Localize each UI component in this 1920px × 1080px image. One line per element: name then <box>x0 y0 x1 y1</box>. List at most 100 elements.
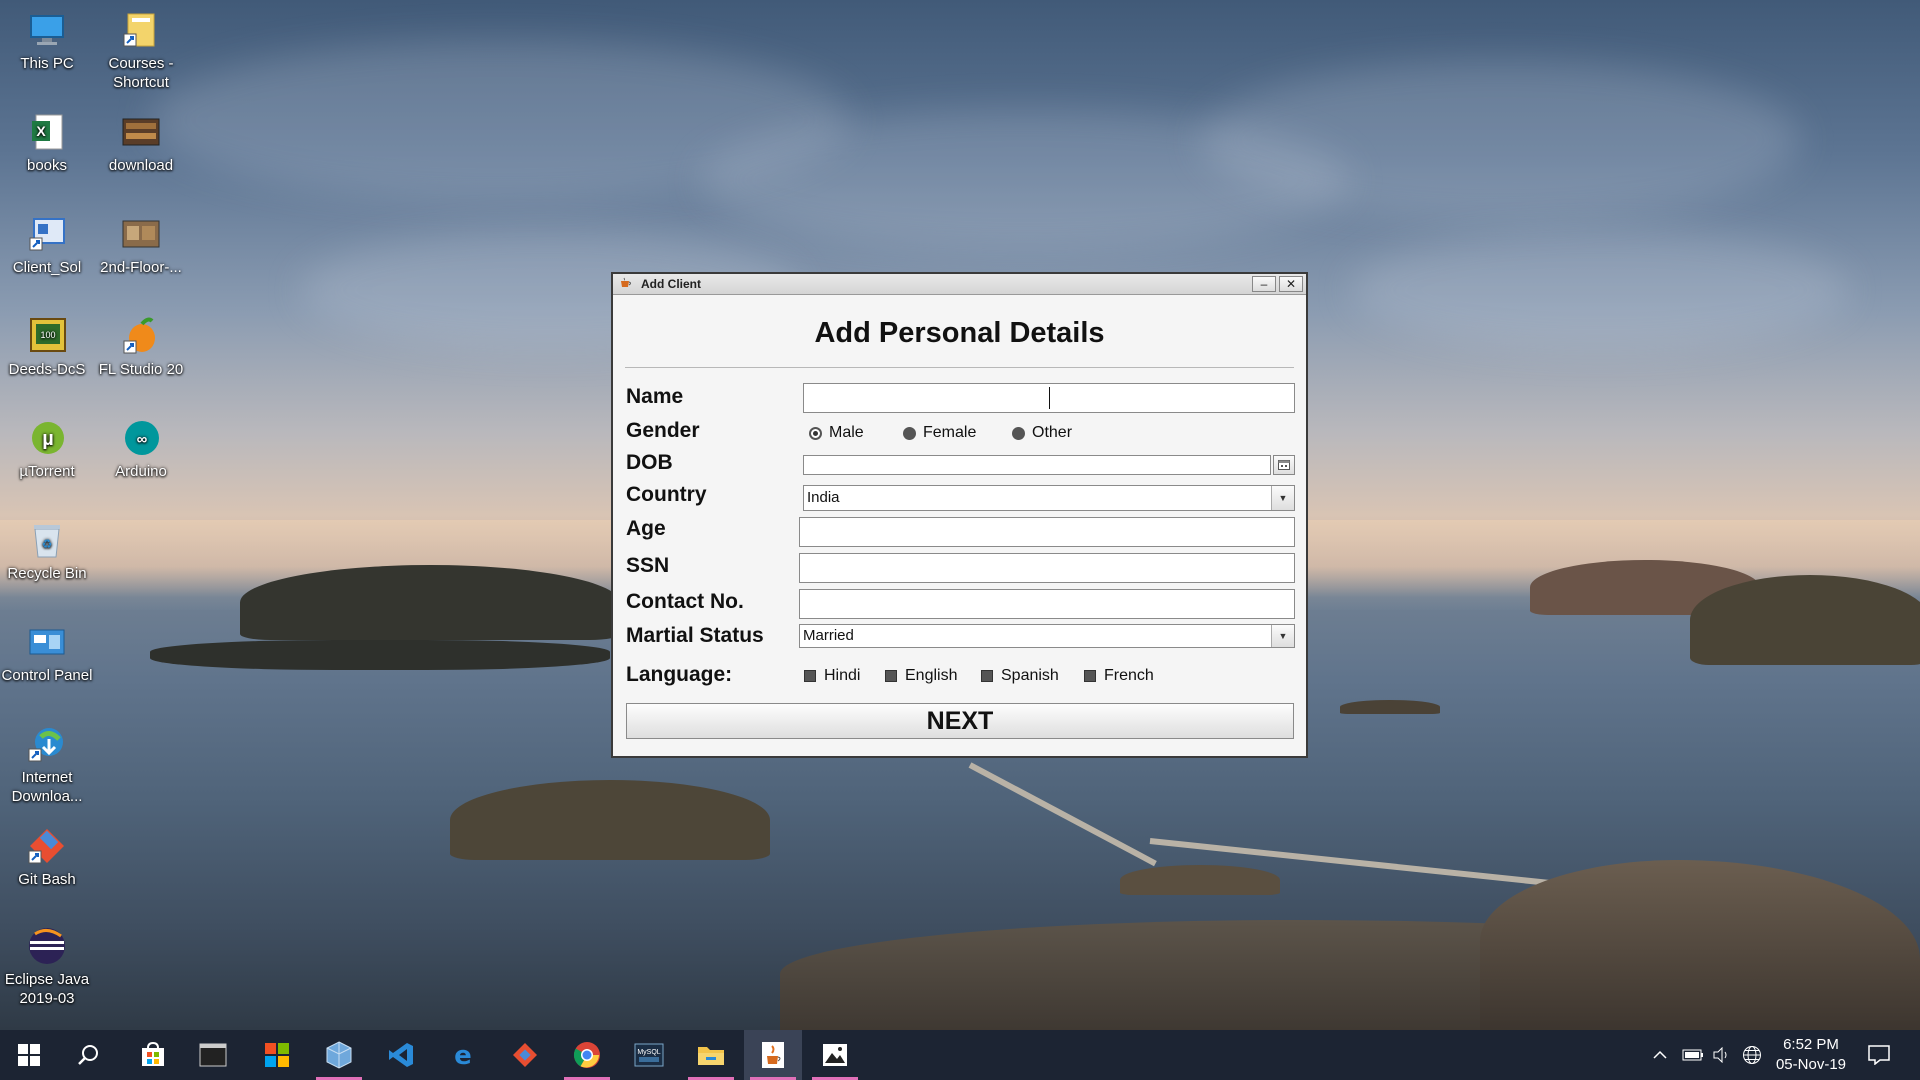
desktop-icon-deeds-dcs[interactable]: 100 Deeds-DcS <box>0 316 94 379</box>
taskbar-terminal[interactable] <box>184 1030 242 1080</box>
show-hidden-icons-button[interactable] <box>1652 1030 1668 1080</box>
taskbar-store[interactable] <box>124 1030 182 1080</box>
app-shortcut-icon <box>27 214 67 254</box>
radio-label: Male <box>829 424 864 441</box>
add-client-window: Add Client – ✕ Add Personal Details Name… <box>611 272 1308 758</box>
language-spanish-checkbox[interactable]: Spanish <box>981 667 1059 685</box>
heading-separator <box>625 367 1294 368</box>
desktop-icon-label: Client_Sol <box>12 259 82 276</box>
dob-input[interactable] <box>803 455 1271 475</box>
taskbar-clock[interactable]: 6:52 PM 05-Nov-19 <box>1766 1035 1856 1075</box>
battery-tray[interactable] <box>1682 1030 1704 1080</box>
svg-text:X: X <box>36 123 46 139</box>
battery-icon <box>1682 1049 1703 1061</box>
fl-studio-icon <box>121 316 161 356</box>
speaker-icon <box>1713 1047 1727 1063</box>
desktop-icon-courses-shortcut[interactable]: Courses - Shortcut <box>94 10 188 92</box>
country-dropdown[interactable]: India ▼ <box>803 485 1295 511</box>
checkbox-icon <box>981 670 993 682</box>
contact-input[interactable] <box>799 589 1295 619</box>
desktop-icon-download[interactable]: download <box>94 112 188 175</box>
desktop-icon-this-pc[interactable]: This PC <box>0 10 94 73</box>
taskbar-file-explorer[interactable] <box>682 1030 740 1080</box>
taskbar-photos[interactable] <box>806 1030 864 1080</box>
gender-male-radio[interactable]: Male <box>809 424 864 442</box>
taskbar-chrome[interactable] <box>558 1030 616 1080</box>
desktop-icon-2nd-floor[interactable]: 2nd-Floor-... <box>94 214 188 277</box>
desktop-icon-arduino[interactable]: ∞ Arduino <box>94 418 188 481</box>
utorrent-icon: µ <box>27 418 67 458</box>
image-thumbnail-icon <box>121 112 161 152</box>
desktop-icon-books[interactable]: X books <box>0 112 94 175</box>
taskbar-java[interactable] <box>744 1030 802 1080</box>
ssn-input[interactable] <box>799 553 1295 583</box>
taskbar-virtualbox[interactable] <box>310 1030 368 1080</box>
desktop-icon-label: FL Studio 20 <box>98 361 184 378</box>
chevron-down-icon[interactable]: ▼ <box>1271 625 1294 647</box>
desktop-icon-eclipse[interactable]: Eclipse Java 2019-03 <box>0 926 94 1008</box>
taskbar-edge[interactable]: e <box>434 1030 492 1080</box>
gender-female-radio[interactable]: Female <box>903 424 976 442</box>
search-button[interactable] <box>60 1030 118 1080</box>
close-button[interactable]: ✕ <box>1279 276 1303 292</box>
radio-selected-icon <box>809 426 822 440</box>
checkbox-label: Spanish <box>1001 667 1059 684</box>
start-button[interactable] <box>0 1030 58 1080</box>
checkbox-icon <box>1084 670 1096 682</box>
desktop-icon-label: Courses - Shortcut <box>108 55 174 91</box>
language-french-checkbox[interactable]: French <box>1084 667 1154 685</box>
desktop-icon-utorrent[interactable]: µ µTorrent <box>0 418 94 481</box>
country-selected-value: India <box>807 489 840 506</box>
download-manager-icon <box>27 724 67 764</box>
desktop-icon-recycle-bin[interactable]: ♻ Recycle Bin <box>0 520 94 583</box>
language-english-checkbox[interactable]: English <box>885 667 957 685</box>
text-caret <box>1049 387 1050 409</box>
svg-text:e: e <box>454 1042 472 1068</box>
taskbar-office[interactable] <box>248 1030 306 1080</box>
marital-selected-value: Married <box>803 627 854 644</box>
desktop-icon-control-panel[interactable]: Control Panel <box>0 622 94 685</box>
checkbox-icon <box>804 670 816 682</box>
marital-status-dropdown[interactable]: Married ▼ <box>799 624 1295 648</box>
chrome-icon <box>573 1042 600 1068</box>
desktop-icon-internet-download-manager[interactable]: Internet Downloa... <box>0 724 94 806</box>
notification-icon <box>1868 1045 1890 1065</box>
desktop-icon-label: This PC <box>20 55 74 72</box>
chevron-up-icon <box>1653 1050 1667 1059</box>
folder-shortcut-icon <box>121 10 161 50</box>
svg-text:∞: ∞ <box>137 431 148 448</box>
desktop-icon-label: books <box>26 157 68 174</box>
next-button[interactable]: NEXT <box>626 703 1294 739</box>
marital-status-label: Martial Status <box>626 624 764 647</box>
mysql-icon: MySQL <box>634 1043 664 1067</box>
taskbar-git[interactable] <box>496 1030 554 1080</box>
taskbar-mysql[interactable]: MySQL <box>620 1030 678 1080</box>
age-input[interactable] <box>799 517 1295 547</box>
clock-time: 6:52 PM <box>1783 1036 1839 1053</box>
virtualbox-icon <box>326 1041 352 1069</box>
desktop-icon-label: Arduino <box>115 463 167 480</box>
radio-unselected-icon <box>1012 426 1025 440</box>
desktop-icon-label: download <box>108 157 174 174</box>
desktop-icon-fl-studio[interactable]: FL Studio 20 <box>94 316 188 379</box>
gender-label: Gender <box>626 419 700 442</box>
checkbox-label: English <box>905 667 958 684</box>
volume-tray[interactable] <box>1712 1030 1732 1080</box>
dob-label: DOB <box>626 451 673 474</box>
language-hindi-checkbox[interactable]: Hindi <box>804 667 860 685</box>
calendar-button[interactable] <box>1273 455 1295 475</box>
desktop-icon-git-bash[interactable]: Git Bash <box>0 826 94 889</box>
gender-other-radio[interactable]: Other <box>1012 424 1072 442</box>
java-icon <box>762 1042 784 1068</box>
action-center-button[interactable] <box>1868 1030 1890 1080</box>
radio-label: Female <box>923 424 977 441</box>
search-icon <box>78 1045 98 1065</box>
minimize-button[interactable]: – <box>1252 276 1276 292</box>
photos-icon <box>823 1044 847 1066</box>
window-titlebar[interactable]: Add Client – ✕ <box>613 274 1306 295</box>
desktop-icon-client-sol[interactable]: Client_Sol <box>0 214 94 277</box>
java-cup-icon <box>621 277 631 287</box>
taskbar-vscode[interactable] <box>372 1030 430 1080</box>
language-tray[interactable] <box>1742 1030 1762 1080</box>
chevron-down-icon[interactable]: ▼ <box>1271 486 1294 510</box>
